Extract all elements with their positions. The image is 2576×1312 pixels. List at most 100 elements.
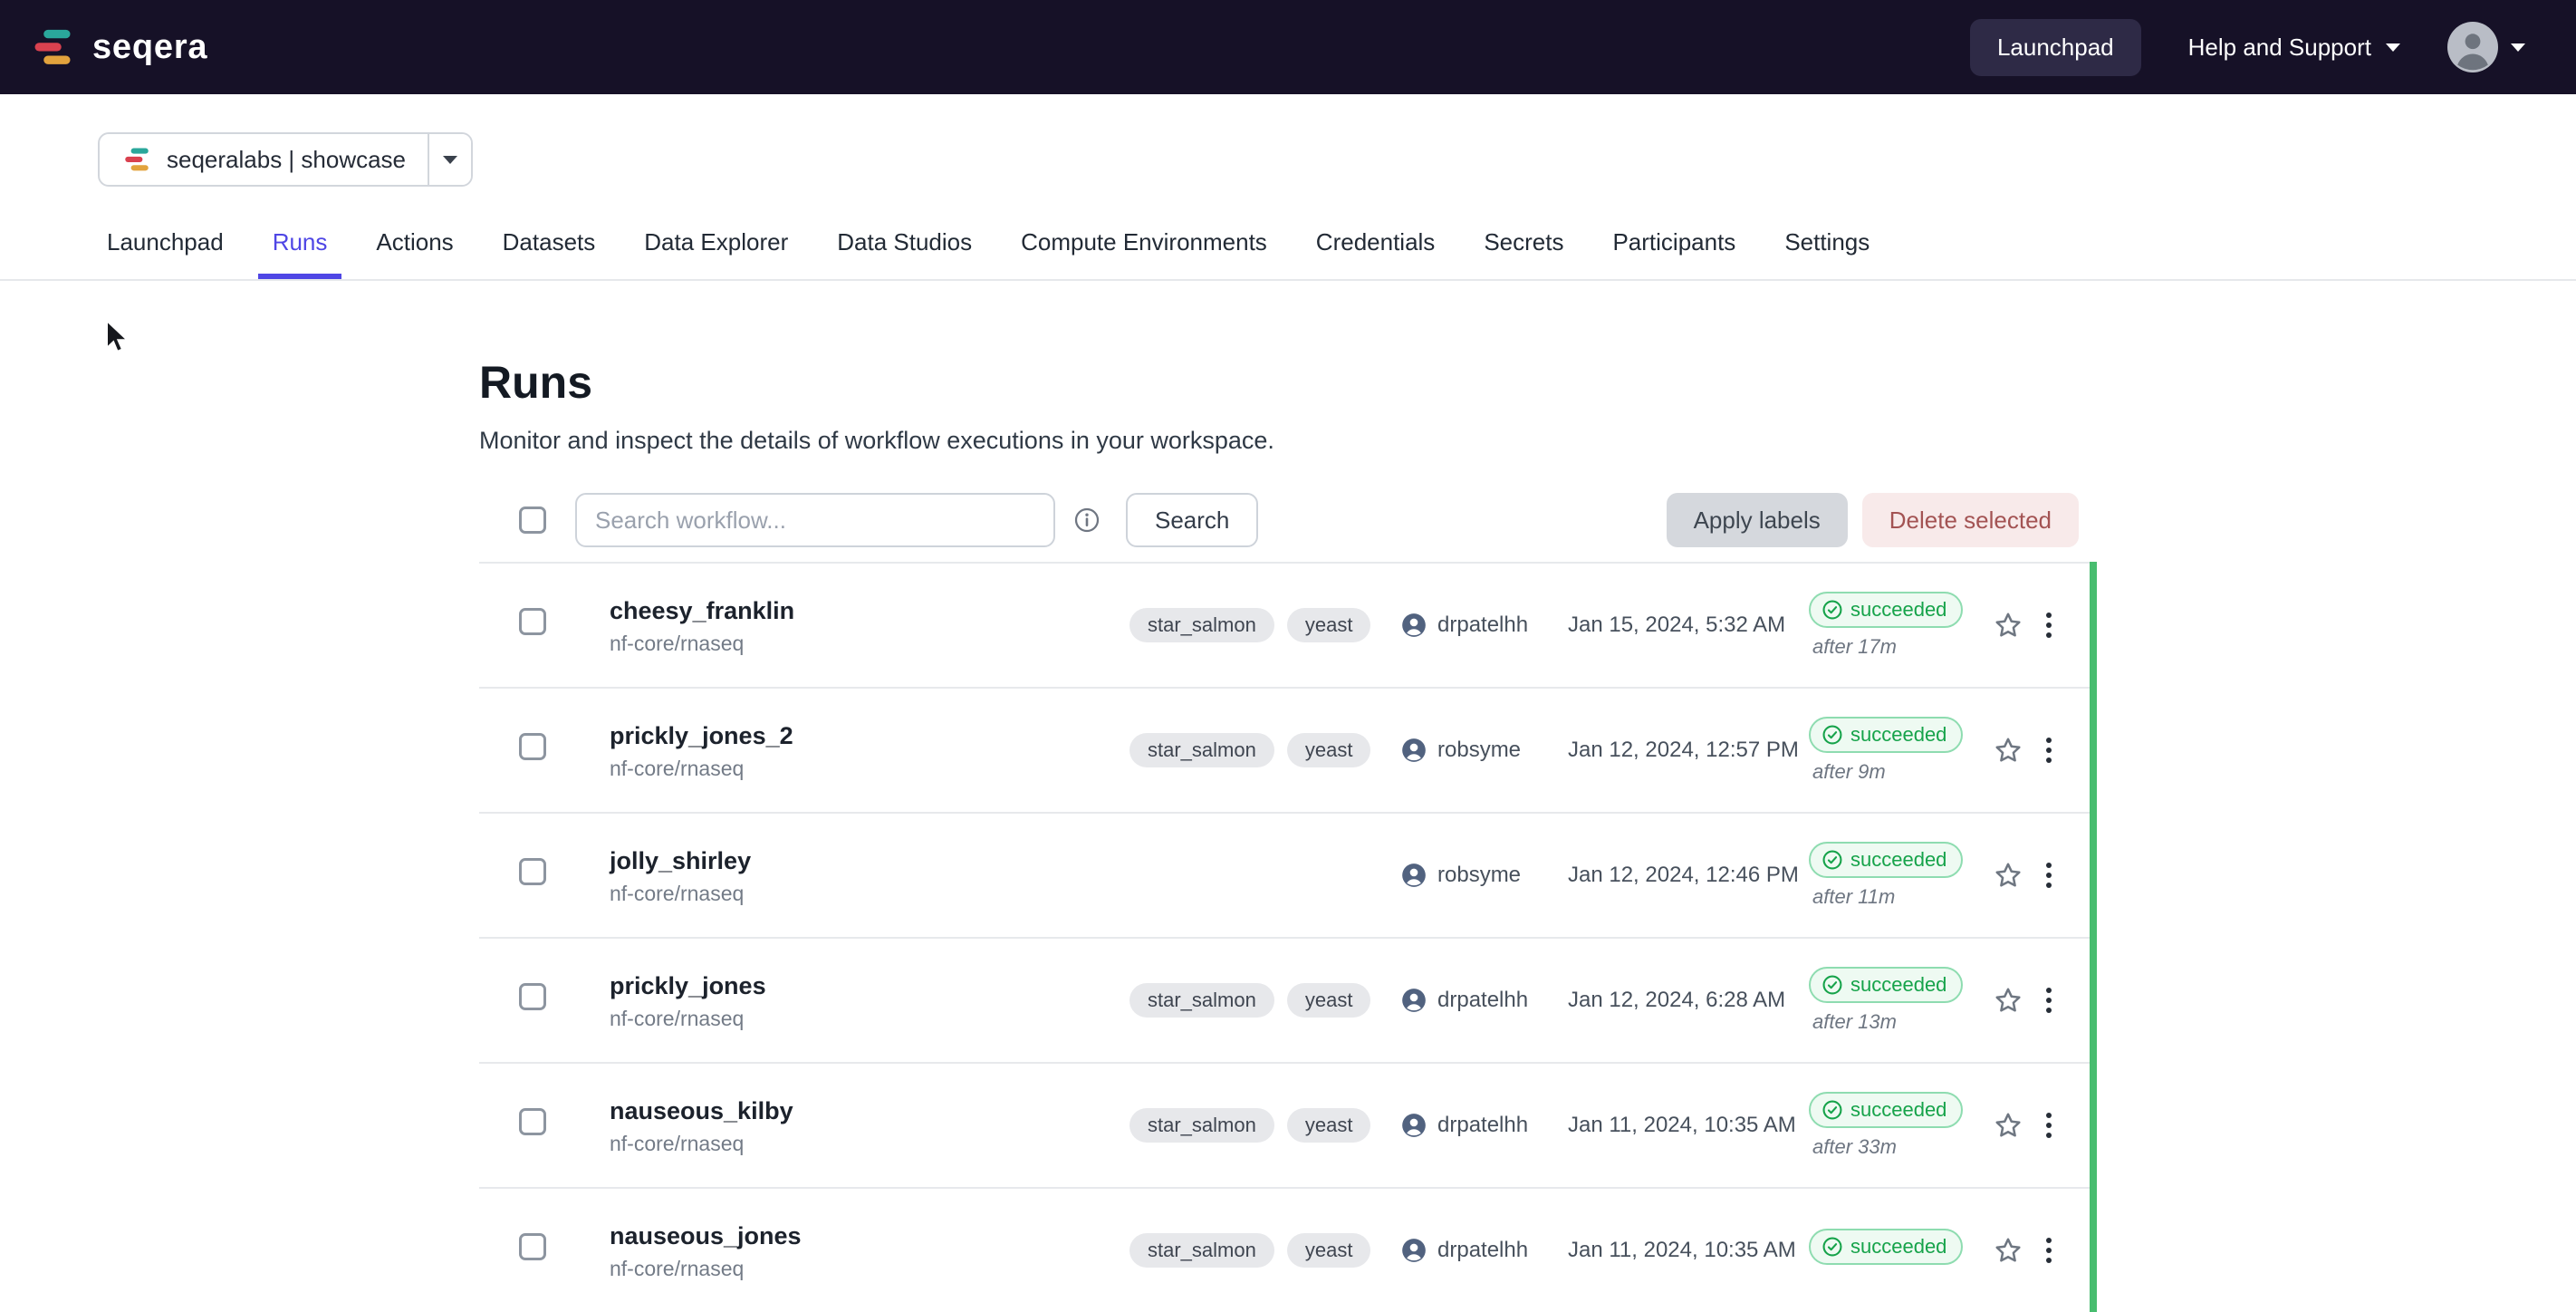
star-icon xyxy=(1991,983,2025,1018)
run-status-cell: succeeded after 13m xyxy=(1809,967,1981,1034)
runs-toolbar: Search Apply labels Delete selected xyxy=(479,493,2097,547)
status-badge: succeeded xyxy=(1809,1229,1963,1265)
chevron-down-icon xyxy=(2511,43,2525,52)
run-name-link[interactable]: prickly_jones xyxy=(610,970,1129,1001)
row-checkbox[interactable] xyxy=(519,983,546,1010)
tab-secrets[interactable]: Secrets xyxy=(1469,208,1578,279)
row-checkbox[interactable] xyxy=(519,733,546,760)
tab-settings[interactable]: Settings xyxy=(1770,208,1884,279)
run-name-link[interactable]: cheesy_franklin xyxy=(610,595,1129,626)
run-label-pill[interactable]: star_salmon xyxy=(1129,1233,1274,1268)
star-icon xyxy=(1991,1233,2025,1268)
search-button[interactable]: Search xyxy=(1126,493,1258,547)
tab-actions[interactable]: Actions xyxy=(361,208,467,279)
run-user: drpatelhh xyxy=(1437,613,1528,638)
tab-data-explorer[interactable]: Data Explorer xyxy=(630,208,803,279)
run-name-cell: nauseous_jones nf-core/rnaseq xyxy=(610,1220,1129,1280)
star-button[interactable] xyxy=(1981,1108,2035,1143)
run-user: robsyme xyxy=(1437,738,1521,763)
run-label-pill[interactable]: star_salmon xyxy=(1129,983,1274,1018)
run-user-cell: robsyme xyxy=(1401,738,1568,763)
run-duration: after 11m xyxy=(1809,885,1895,909)
tab-runs[interactable]: Runs xyxy=(258,208,342,279)
tab-credentials[interactable]: Credentials xyxy=(1302,208,1450,279)
star-button[interactable] xyxy=(1981,983,2035,1018)
table-row: nauseous_kilby nf-core/rnaseq star_salmo… xyxy=(479,1062,2097,1187)
row-menu-button[interactable] xyxy=(2035,1113,2097,1138)
launchpad-button[interactable]: Launchpad xyxy=(1970,19,2141,76)
row-menu-button[interactable] xyxy=(2035,738,2097,763)
row-checkbox[interactable] xyxy=(519,608,546,635)
tab-data-studios[interactable]: Data Studios xyxy=(822,208,986,279)
star-button[interactable] xyxy=(1981,858,2035,892)
apply-labels-button[interactable]: Apply labels xyxy=(1667,493,1848,547)
run-date: Jan 12, 2024, 12:57 PM xyxy=(1568,738,1809,763)
row-checkbox-cell xyxy=(519,858,610,892)
status-label: succeeded xyxy=(1850,1235,1946,1259)
check-circle-icon xyxy=(1821,1236,1843,1258)
run-name-link[interactable]: nauseous_kilby xyxy=(610,1095,1129,1126)
user-circle-icon xyxy=(1401,863,1427,888)
workspace-dropdown-button[interactable] xyxy=(428,134,471,185)
table-row: cheesy_franklin nf-core/rnaseq star_salm… xyxy=(479,562,2097,687)
main-content: Runs Monitor and inspect the details of … xyxy=(479,355,2097,1312)
row-menu-button[interactable] xyxy=(2035,863,2097,888)
row-checkbox[interactable] xyxy=(519,1233,546,1260)
row-checkbox[interactable] xyxy=(519,858,546,885)
brand-link[interactable]: seqera xyxy=(29,24,207,71)
kebab-menu-icon xyxy=(2046,613,2052,638)
star-icon xyxy=(1991,733,2025,767)
run-name-link[interactable]: prickly_jones_2 xyxy=(610,720,1129,751)
user-menu[interactable] xyxy=(2447,22,2525,72)
page-subtitle: Monitor and inspect the details of workf… xyxy=(479,424,2097,457)
user-circle-icon xyxy=(1401,613,1427,638)
star-button[interactable] xyxy=(1981,608,2035,642)
star-button[interactable] xyxy=(1981,1233,2035,1268)
tab-participants[interactable]: Participants xyxy=(1598,208,1750,279)
row-checkbox[interactable] xyxy=(519,1108,546,1135)
run-pipeline: nf-core/rnaseq xyxy=(610,757,1129,780)
row-menu-button[interactable] xyxy=(2035,613,2097,638)
run-label-pill[interactable]: yeast xyxy=(1287,608,1371,642)
run-label-pill[interactable]: star_salmon xyxy=(1129,608,1274,642)
run-name-cell: nauseous_kilby nf-core/rnaseq xyxy=(610,1095,1129,1155)
info-icon[interactable] xyxy=(1073,506,1101,534)
run-labels-cell: star_salmon yeast xyxy=(1129,983,1401,1018)
tab-datasets[interactable]: Datasets xyxy=(488,208,610,279)
delete-selected-button[interactable]: Delete selected xyxy=(1862,493,2079,547)
row-menu-button[interactable] xyxy=(2035,988,2097,1013)
check-circle-icon xyxy=(1821,724,1843,746)
check-circle-icon xyxy=(1821,974,1843,996)
run-user-cell: robsyme xyxy=(1401,863,1568,888)
search-input[interactable] xyxy=(575,493,1055,547)
run-date: Jan 15, 2024, 5:32 AM xyxy=(1568,613,1809,638)
tab-launchpad[interactable]: Launchpad xyxy=(92,208,238,279)
status-label: succeeded xyxy=(1850,1098,1946,1122)
help-and-support-menu[interactable]: Help and Support xyxy=(2188,34,2400,62)
status-label: succeeded xyxy=(1850,723,1946,747)
run-label-pill[interactable]: yeast xyxy=(1287,1233,1371,1268)
run-label-pill[interactable]: yeast xyxy=(1287,1108,1371,1143)
run-name-link[interactable]: nauseous_jones xyxy=(610,1220,1129,1251)
star-icon xyxy=(1991,858,2025,892)
kebab-menu-icon xyxy=(2046,738,2052,763)
run-duration: after 13m xyxy=(1809,1010,1897,1034)
run-name-link[interactable]: jolly_shirley xyxy=(610,845,1129,876)
table-row: prickly_jones nf-core/rnaseq star_salmon… xyxy=(479,937,2097,1062)
select-all-checkbox[interactable] xyxy=(519,506,546,534)
run-date: Jan 12, 2024, 12:46 PM xyxy=(1568,863,1809,888)
run-name-cell: jolly_shirley nf-core/rnaseq xyxy=(610,845,1129,905)
tab-compute-environments[interactable]: Compute Environments xyxy=(1006,208,1282,279)
run-label-pill[interactable]: yeast xyxy=(1287,983,1371,1018)
table-row: nauseous_jones nf-core/rnaseq star_salmo… xyxy=(479,1187,2097,1312)
run-status-cell: succeeded after 17m xyxy=(1809,592,1981,659)
star-button[interactable] xyxy=(1981,733,2035,767)
kebab-menu-icon xyxy=(2046,1113,2052,1138)
run-label-pill[interactable]: star_salmon xyxy=(1129,1108,1274,1143)
workspace-selector-button[interactable]: seqeralabs | showcase xyxy=(100,134,428,185)
run-label-pill[interactable]: yeast xyxy=(1287,733,1371,767)
status-badge: succeeded xyxy=(1809,1092,1963,1128)
run-labels-cell: star_salmon yeast xyxy=(1129,1233,1401,1268)
run-name-cell: prickly_jones nf-core/rnaseq xyxy=(610,970,1129,1030)
run-label-pill[interactable]: star_salmon xyxy=(1129,733,1274,767)
